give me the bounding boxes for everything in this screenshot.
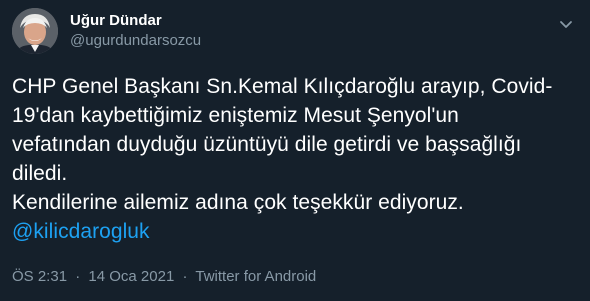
tweet-text-line: Kendilerine ailemiz adına çok teşekkür e… [12, 191, 464, 214]
tweet-text-line: 19'dan kaybettiğimiz eniştemiz Mesut Şen… [12, 104, 459, 127]
tweet-text-line: vefatından duyduğu üzüntüyü dile getirdi… [12, 133, 522, 156]
tweet-header: Uğur Dündar @ugurdundarsozcu [12, 8, 578, 54]
tweet-time[interactable]: ÖS 2:31 [12, 268, 67, 285]
tweet-text: CHP Genel Başkanı Sn.Kemal Kılıçdaroğlu … [12, 72, 578, 246]
mention-link[interactable]: @kilicdarogluk [12, 220, 150, 243]
tweet-date[interactable]: 14 Oca 2021 [88, 268, 174, 285]
tweet-card: Uğur Dündar @ugurdundarsozcu CHP Genel B… [0, 0, 590, 301]
author-display-name[interactable]: Uğur Dündar [70, 11, 201, 31]
tweet-text-line: diledi. [12, 162, 68, 185]
author-names: Uğur Dündar @ugurdundarsozcu [70, 11, 201, 53]
tweet-mention-line: @kilicdarogluk [12, 217, 578, 246]
tweet-source[interactable]: Twitter for Android [195, 268, 316, 285]
tweet-text-line: CHP Genel Başkanı Sn.Kemal Kılıçdaroğlu … [12, 75, 553, 98]
meta-separator: · [182, 268, 188, 285]
author-handle[interactable]: @ugurdundarsozcu [70, 31, 201, 51]
tweet-meta: ÖS 2:31 · 14 Oca 2021 · Twitter for Andr… [12, 267, 316, 287]
meta-separator: · [75, 268, 81, 285]
avatar-image [12, 8, 58, 54]
chevron-down-icon [560, 21, 572, 28]
avatar[interactable] [12, 8, 58, 54]
more-options-button[interactable] [554, 12, 578, 36]
